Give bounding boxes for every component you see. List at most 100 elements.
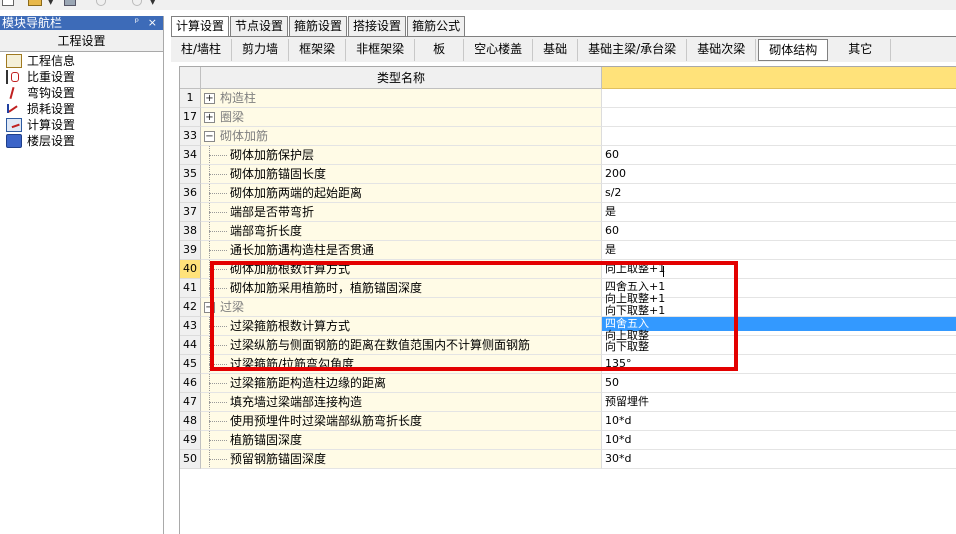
type-name-cell[interactable]: 使用预埋件时过梁端部纵筋弯折长度 — [201, 412, 602, 431]
value-cell[interactable] — [602, 127, 956, 146]
subtab-shear-wall[interactable]: 剪力墙 — [232, 38, 290, 61]
subtab-foundation-main-beam[interactable]: 基础主梁/承台梁 — [578, 38, 688, 61]
table-row[interactable]: 49 植筋锚固深度 10*d — [180, 431, 956, 450]
nav-item-label: 计算设置 — [27, 118, 76, 132]
table-row[interactable]: 46 过梁箍筋距构造柱边缘的距离 50 — [180, 374, 956, 393]
table-row[interactable]: 34 砌体加筋保护层 60 — [180, 146, 956, 165]
table-row[interactable]: 36 砌体加筋两端的起始距离 s/2 — [180, 184, 956, 203]
nav-item-loss[interactable]: 损耗设置 — [0, 101, 163, 117]
row-number: 47 — [180, 393, 201, 412]
table-row[interactable]: 35 砌体加筋锚固长度 200 — [180, 165, 956, 184]
tree-line — [209, 212, 227, 213]
value-cell[interactable]: 是 — [602, 241, 956, 260]
value-cell[interactable]: 是 — [602, 203, 956, 222]
table-row[interactable]: 48 使用预埋件时过梁端部纵筋弯折长度 10*d — [180, 412, 956, 431]
nav-item-hook[interactable]: 弯钩设置 — [0, 85, 163, 101]
nav-item-floor-settings[interactable]: 楼层设置 — [0, 133, 163, 149]
subtab-foundation-secondary-beam[interactable]: 基础次梁 — [687, 38, 757, 61]
subtab-column[interactable]: 柱/墙柱 — [171, 38, 233, 61]
tab-stirrup-settings[interactable]: 箍筋设置 — [289, 16, 348, 36]
nav-item-label: 比重设置 — [27, 70, 76, 84]
value-cell[interactable]: 30*d — [602, 450, 956, 469]
value-cell[interactable]: 10*d — [602, 412, 956, 431]
type-name-cell[interactable]: 过梁箍筋距构造柱边缘的距离 — [201, 374, 602, 393]
expand-icon[interactable]: + — [204, 112, 215, 123]
row-number: 39 — [180, 241, 201, 260]
dropdown-option[interactable]: 向下取整 — [602, 340, 649, 354]
nav-item-calc-settings[interactable]: 计算设置 — [0, 117, 163, 133]
dropdown-option-selected[interactable]: 四舍五入 — [602, 317, 956, 331]
subtab-hollow-floor[interactable]: 空心楼盖 — [464, 38, 534, 61]
table-row[interactable]: 47 填充墙过梁端部连接构造 预留埋件 — [180, 393, 956, 412]
nav-group-project-settings[interactable]: 工程设置 — [0, 30, 163, 52]
undo-icon[interactable] — [96, 0, 106, 6]
type-name-cell[interactable]: 砌体加筋采用植筋时，植筋锚固深度 — [201, 279, 602, 298]
expand-icon[interactable]: + — [204, 93, 215, 104]
type-name-cell[interactable]: + 构造柱 — [201, 89, 602, 108]
group-label: 圈梁 — [220, 110, 245, 124]
save-icon[interactable] — [64, 0, 76, 6]
pin-icon[interactable]: ᵖ — [135, 16, 139, 30]
value-cell[interactable]: 预留埋件 — [602, 393, 956, 412]
type-name-cell[interactable]: 预留钢筋锚固深度 — [201, 450, 602, 469]
group-row[interactable]: 17 + 圈梁 — [180, 108, 956, 127]
type-name-cell[interactable]: 植筋锚固深度 — [201, 431, 602, 450]
subtab-foundation[interactable]: 基础 — [533, 38, 579, 61]
type-name-cell[interactable]: 过梁纵筋与侧面钢筋的距离在数值范围内不计算侧面钢筋 — [201, 336, 602, 355]
value-cell[interactable]: s/2 — [602, 184, 956, 203]
tab-stirrup-formula[interactable]: 箍筋公式 — [407, 16, 466, 36]
type-name-cell[interactable]: − 砌体加筋 — [201, 127, 602, 146]
nav-item-project-info[interactable]: 工程信息 — [0, 53, 163, 69]
subtab-frame-beam[interactable]: 框架梁 — [289, 38, 347, 61]
tab-lap-settings[interactable]: 搭接设置 — [348, 16, 407, 36]
grid-header: 类型名称 — [180, 67, 956, 89]
open-folder-icon[interactable] — [28, 0, 42, 6]
value-cell[interactable]: 10*d — [602, 431, 956, 450]
value-cell[interactable]: 60 — [602, 146, 956, 165]
table-row[interactable]: 37 端部是否带弯折 是 — [180, 203, 956, 222]
type-name-cell[interactable]: 砌体加筋根数计算方式 — [201, 260, 602, 279]
group-row[interactable]: 1 + 构造柱 — [180, 89, 956, 108]
table-row[interactable]: 39 通长加筋遇构造柱是否贯通 是 — [180, 241, 956, 260]
nav-item-weight-ratio[interactable]: 比重设置 — [0, 69, 163, 85]
row-number: 37 — [180, 203, 201, 222]
collapse-icon[interactable]: − — [204, 131, 215, 142]
type-name-cell[interactable]: 砌体加筋两端的起始距离 — [201, 184, 602, 203]
type-name-cell[interactable]: 过梁箍筋/拉筋弯勾角度 — [201, 355, 602, 374]
subtab-non-frame-beam[interactable]: 非框架梁 — [346, 38, 416, 61]
subtab-slab[interactable]: 板 — [415, 38, 465, 61]
new-file-icon[interactable] — [2, 0, 14, 6]
close-icon[interactable]: × — [148, 16, 157, 30]
value-cell[interactable]: 60 — [602, 222, 956, 241]
setting-label: 填充墙过梁端部连接构造 — [230, 395, 363, 409]
dropdown-option[interactable]: 向下取整+1 — [602, 304, 665, 318]
type-name-cell[interactable]: − 过梁 — [201, 298, 602, 317]
tab-node-settings[interactable]: 节点设置 — [230, 16, 289, 36]
type-name-cell[interactable]: 通长加筋遇构造柱是否贯通 — [201, 241, 602, 260]
value-cell[interactable]: 50 — [602, 374, 956, 393]
type-name-cell[interactable]: 填充墙过梁端部连接构造 — [201, 393, 602, 412]
row-number: 33 — [180, 127, 201, 146]
row-number: 48 — [180, 412, 201, 431]
redo-dropdown-icon[interactable]: ▼ — [150, 0, 155, 6]
collapse-icon[interactable]: − — [204, 302, 215, 313]
redo-icon[interactable] — [132, 0, 142, 6]
subtab-other[interactable]: 其它 — [830, 38, 892, 61]
setting-label: 通长加筋遇构造柱是否贯通 — [230, 243, 375, 257]
subtab-masonry[interactable]: 砌体结构 — [758, 38, 829, 61]
type-name-cell[interactable]: 砌体加筋锚固长度 — [201, 165, 602, 184]
value-cell[interactable] — [602, 89, 956, 108]
open-dropdown-icon[interactable]: ▼ — [48, 0, 53, 6]
table-row[interactable]: 38 端部弯折长度 60 — [180, 222, 956, 241]
type-name-cell[interactable]: 砌体加筋保护层 — [201, 146, 602, 165]
type-name-cell[interactable]: 过梁箍筋根数计算方式 — [201, 317, 602, 336]
value-cell[interactable] — [602, 108, 956, 127]
type-name-cell[interactable]: + 圈梁 — [201, 108, 602, 127]
tree-line — [209, 459, 227, 460]
tab-calc-settings[interactable]: 计算设置 — [171, 16, 230, 37]
value-cell[interactable]: 200 — [602, 165, 956, 184]
type-name-cell[interactable]: 端部是否带弯折 — [201, 203, 602, 222]
group-row[interactable]: 33− 砌体加筋 — [180, 127, 956, 146]
table-row[interactable]: 50 预留钢筋锚固深度 30*d — [180, 450, 956, 469]
type-name-cell[interactable]: 端部弯折长度 — [201, 222, 602, 241]
